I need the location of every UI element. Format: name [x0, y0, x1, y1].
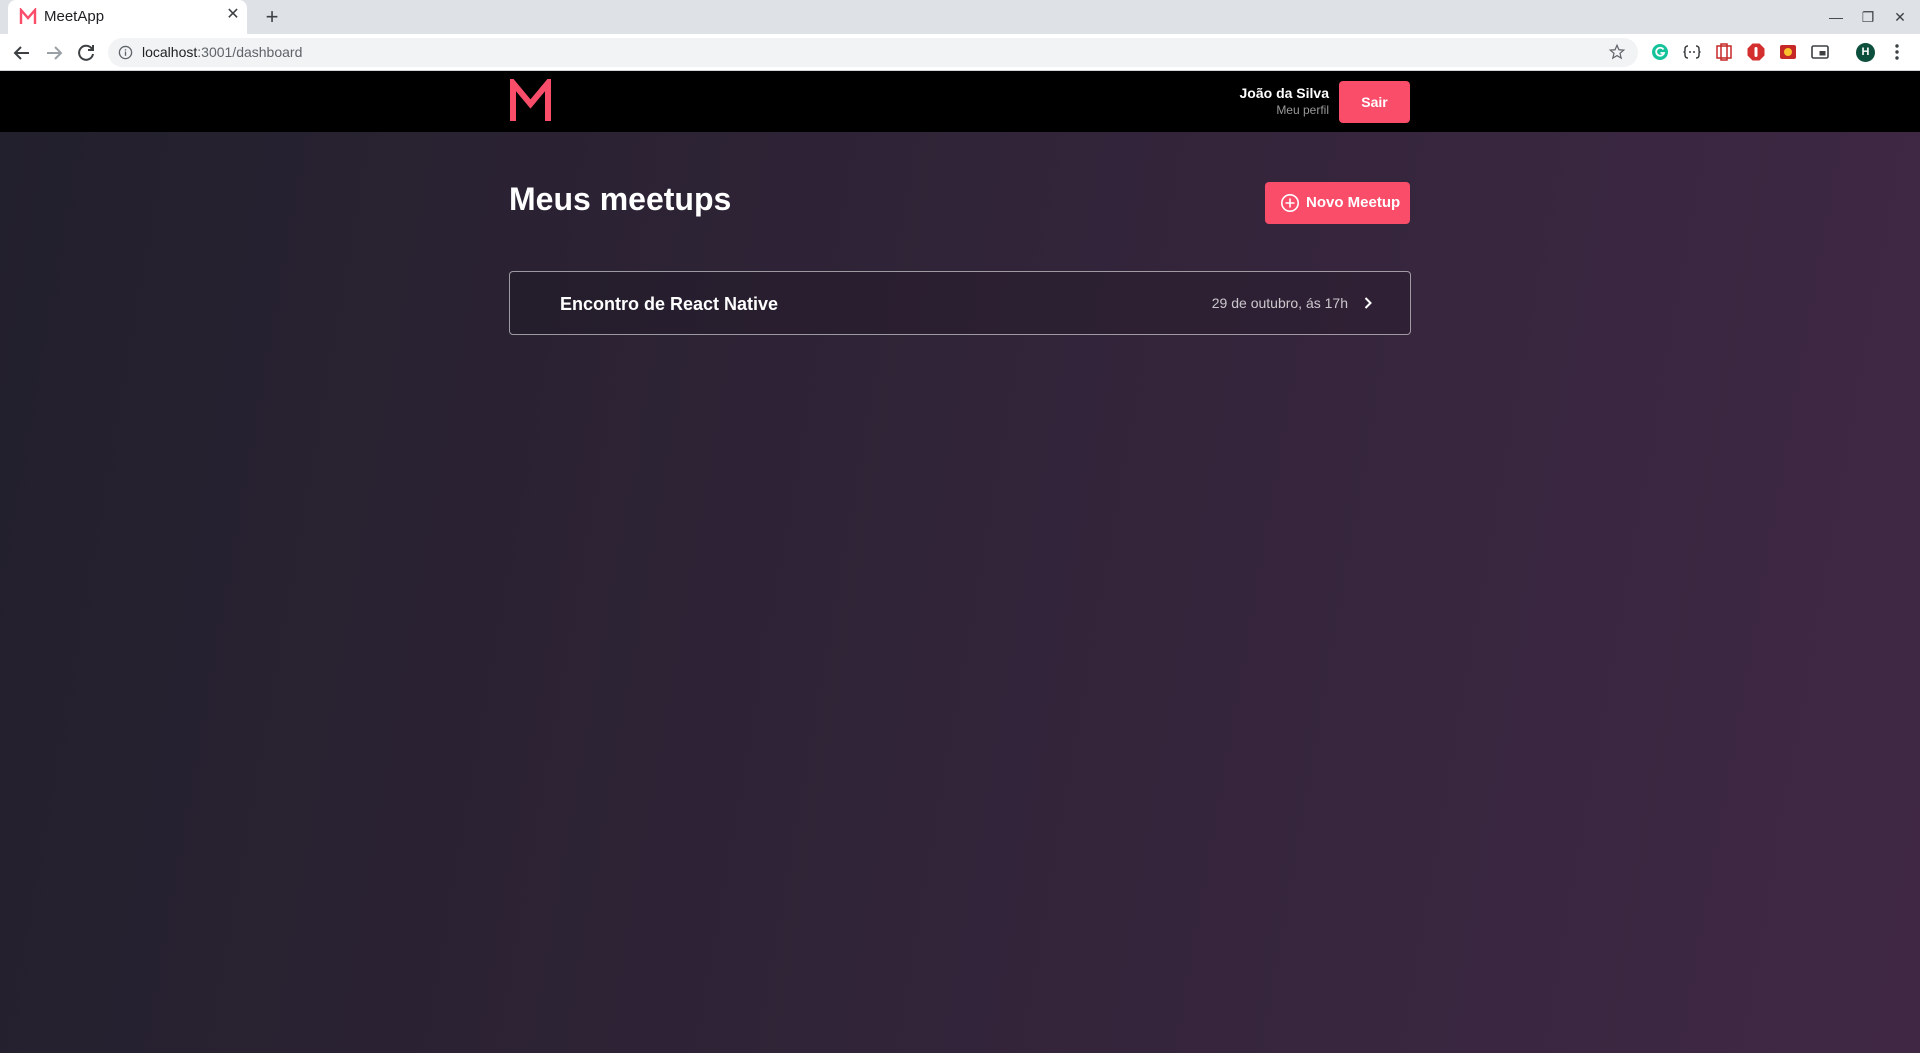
json-viewer-extension-icon[interactable] [1682, 42, 1702, 62]
meetapp-logo-icon[interactable] [509, 79, 552, 122]
app-page: João da Silva Meu perfil Sair Meus meetu… [0, 71, 1920, 1053]
user-name: João da Silva [1239, 85, 1329, 101]
meetup-list-item[interactable]: Encontro de React Native 29 de outubro, … [509, 271, 1411, 335]
page-title: Meus meetups [509, 181, 732, 217]
url-text: localhost:3001/dashboard [142, 44, 302, 60]
screenshot-extension-icon[interactable] [1778, 42, 1798, 62]
browser-toolbar: localhost:3001/dashboard H [0, 34, 1920, 71]
url-path: :3001/dashboard [197, 44, 303, 60]
url-host: localhost [142, 44, 198, 60]
address-bar[interactable]: localhost:3001/dashboard [108, 38, 1638, 67]
plus-circle-icon [1281, 194, 1299, 212]
back-arrow-icon[interactable] [10, 41, 34, 65]
logout-button[interactable]: Sair [1339, 81, 1410, 123]
forward-arrow-icon[interactable] [42, 41, 66, 65]
new-meetup-button[interactable]: Novo Meetup [1265, 182, 1410, 224]
grammarly-extension-icon[interactable] [1650, 42, 1670, 62]
chevron-right-icon[interactable] [1361, 296, 1375, 310]
adblock-extension-icon[interactable] [1746, 42, 1766, 62]
reload-icon[interactable] [74, 41, 98, 65]
new-meetup-label: Novo Meetup [1306, 194, 1401, 211]
profile-avatar[interactable]: H [1856, 43, 1875, 62]
bookmark-star-icon[interactable] [1608, 43, 1626, 61]
meetup-date: 29 de outubro, ás 17h [1211, 295, 1348, 311]
browser-menu-icon[interactable] [1893, 42, 1901, 62]
close-window-button[interactable]: ✕ [1890, 8, 1910, 26]
minimize-window-button[interactable]: — [1826, 8, 1846, 26]
browser-tab[interactable]: MeetApp ✕ [8, 0, 247, 34]
tab-title: MeetApp [44, 8, 105, 25]
browser-tab-bar: MeetApp ✕ + — ❐ ✕ [0, 0, 1920, 34]
app-header: João da Silva Meu perfil Sair [0, 71, 1920, 132]
meetapp-favicon-icon [19, 8, 37, 24]
profile-link[interactable]: Meu perfil [1276, 103, 1329, 117]
extension-puzzle-icon[interactable] [1714, 42, 1734, 62]
new-tab-button[interactable]: + [261, 6, 283, 28]
picture-in-picture-icon[interactable] [1810, 42, 1830, 62]
meetup-title: Encontro de React Native [560, 294, 779, 314]
site-info-icon[interactable] [118, 45, 133, 60]
tab-close-icon[interactable]: ✕ [225, 7, 241, 23]
restore-window-button[interactable]: ❐ [1858, 8, 1878, 26]
